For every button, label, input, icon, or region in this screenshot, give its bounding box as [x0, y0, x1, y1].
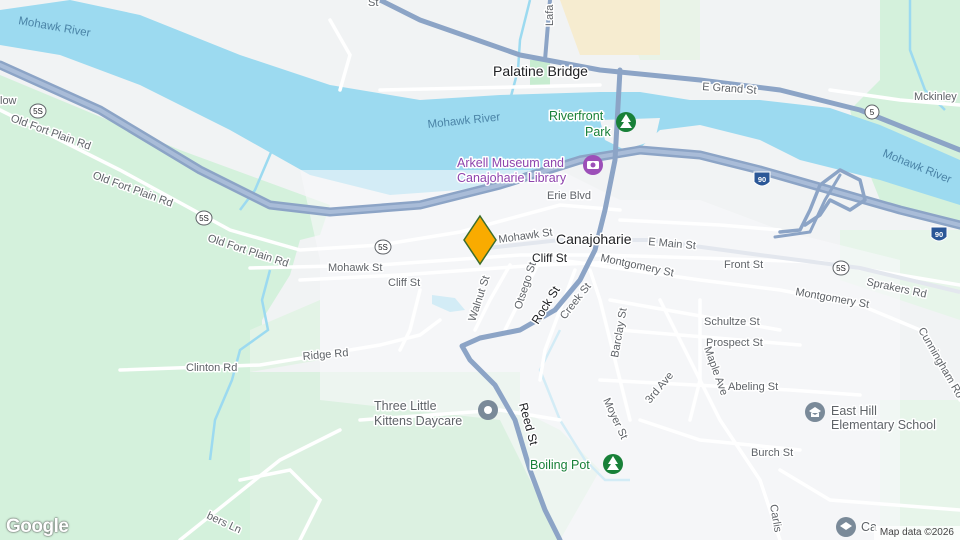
- svg-text:5S: 5S: [33, 107, 43, 116]
- label-mohawk-st-w: Mohawk St: [328, 262, 382, 274]
- svg-text:5: 5: [870, 108, 875, 117]
- svg-text:Three Little: Three Little: [374, 399, 437, 413]
- shield-5s-a: 5S: [29, 103, 47, 119]
- label-clinton: Clinton Rd: [186, 362, 237, 374]
- pin-icon: [484, 406, 492, 414]
- shield-5s-b: 5S: [195, 210, 213, 226]
- label-e-grand: E Grand St: [702, 81, 757, 97]
- shield-5s-d: 5S: [832, 260, 850, 276]
- svg-text:5S: 5S: [836, 264, 846, 273]
- label-low: low: [0, 95, 17, 107]
- svg-text:5S: 5S: [199, 214, 209, 223]
- shield-5: 5: [864, 104, 880, 120]
- svg-text:5S: 5S: [378, 243, 388, 252]
- label-front-st: Front St: [724, 259, 763, 271]
- label-top-st: St: [368, 0, 378, 9]
- shield-5s-c: 5S: [374, 239, 392, 255]
- label-canajoharie: Canajoharie: [556, 231, 632, 247]
- svg-text:90: 90: [935, 230, 943, 239]
- map-svg: Mohawk River Mohawk River Mohawk River P…: [0, 0, 960, 540]
- label-cliff-st-e: Cliff St: [532, 251, 568, 265]
- label-cunningham: Cunningham Ro: [915, 326, 960, 401]
- svg-text:Boiling Pot: Boiling Pot: [530, 458, 590, 472]
- svg-text:Kittens Daycare: Kittens Daycare: [374, 414, 462, 428]
- shield-i90-a: 90: [753, 171, 771, 187]
- map-canvas[interactable]: Mohawk River Mohawk River Mohawk River P…: [0, 0, 960, 540]
- label-burch: Burch St: [751, 447, 793, 459]
- label-lafa: Lafa: [544, 4, 556, 26]
- label-abeling: Abeling St: [728, 381, 778, 393]
- svg-text:East Hill: East Hill: [831, 404, 877, 418]
- svg-text:Riverfront: Riverfront: [549, 109, 604, 123]
- label-palatine-bridge: Palatine Bridge: [493, 63, 588, 79]
- label-erie-blvd: Erie Blvd: [547, 190, 591, 202]
- label-schultze: Schultze St: [704, 316, 760, 328]
- label-cliff-st-w: Cliff St: [388, 277, 420, 289]
- shield-i90-b: 90: [930, 226, 948, 242]
- google-logo: Google: [6, 516, 69, 537]
- svg-text:Elementary School: Elementary School: [831, 418, 936, 432]
- svg-text:Park: Park: [585, 125, 611, 139]
- label-prospect: Prospect St: [706, 337, 763, 349]
- svg-text:90: 90: [758, 175, 766, 184]
- svg-text:Arkell Museum and: Arkell Museum and: [457, 156, 564, 170]
- label-mckinley: Mckinley: [914, 91, 957, 103]
- svg-text:Canajoharie Library: Canajoharie Library: [457, 171, 567, 185]
- map-attribution: Map data ©2026: [873, 526, 960, 540]
